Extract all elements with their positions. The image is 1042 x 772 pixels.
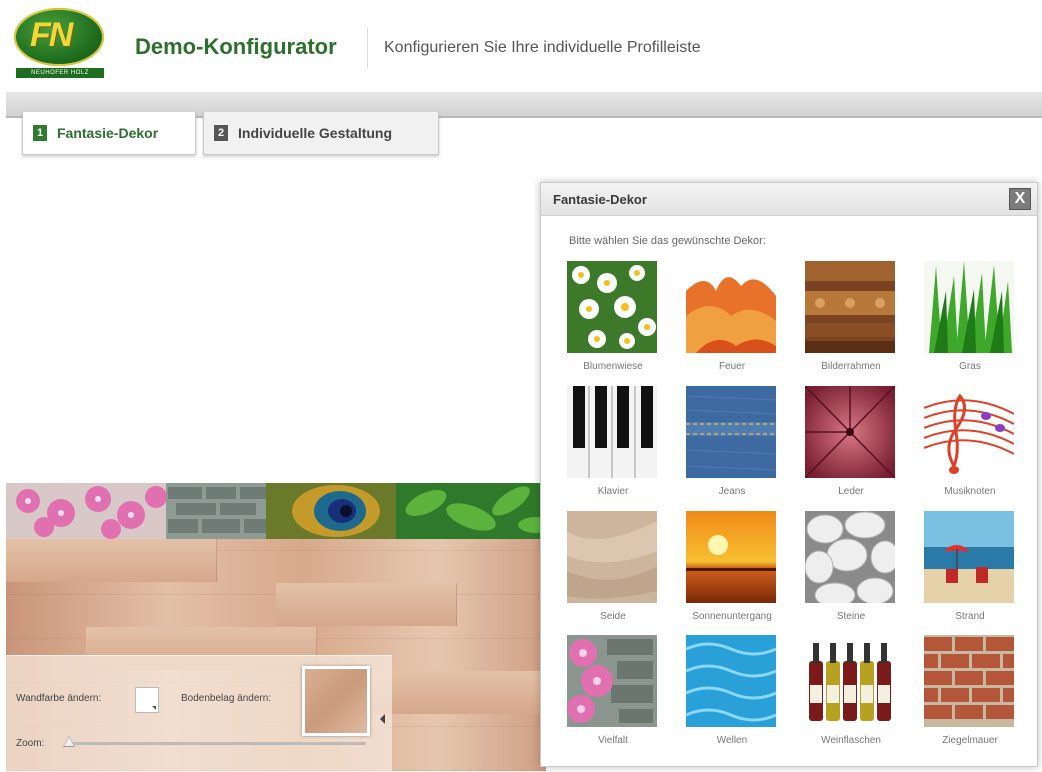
app-subtitle: Konfigurieren Sie Ihre individuelle Prof… — [384, 39, 701, 56]
dekor-label: Musiknoten — [944, 486, 996, 497]
dekor-tile-klavier[interactable]: Klavier — [561, 386, 665, 498]
app-header: FN NEUHOFER HOLZ Demo-Konfigurator Konfi… — [0, 0, 1042, 92]
dekor-tile-vielfalt[interactable]: Vielfalt — [561, 635, 665, 747]
app-title: Demo-Konfigurator — [135, 34, 337, 59]
wall-color-picker[interactable] — [135, 687, 159, 713]
close-icon[interactable]: X — [1009, 188, 1031, 210]
dialog-title: Fantasie-Dekor — [553, 192, 647, 207]
wine-bottles-icon — [805, 635, 895, 727]
dekor-label: Weinflaschen — [821, 735, 881, 746]
water-waves-icon — [686, 635, 776, 727]
fn-logo: FN NEUHOFER HOLZ — [14, 8, 106, 80]
dekor-label: Wellen — [716, 735, 748, 746]
daisy-field-icon — [567, 261, 657, 353]
dekor-tile-sonnenuntergang[interactable]: Sonnenuntergang — [680, 511, 784, 623]
title-divider — [367, 28, 368, 68]
dekor-label: Klavier — [597, 486, 629, 497]
dekor-label: Jeans — [718, 486, 746, 497]
denim-icon — [686, 386, 776, 478]
dekor-label: Vielfalt — [598, 735, 628, 746]
sunset-icon — [686, 511, 776, 603]
dekor-tile-weinflaschen[interactable]: Weinflaschen — [799, 635, 903, 747]
zoom-slider-thumb[interactable] — [63, 736, 75, 747]
orchid-stone-icon — [567, 635, 657, 727]
fire-icon — [686, 261, 776, 353]
fantasie-dekor-dialog: Fantasie-Dekor X Bitte wählen Sie das ge… — [540, 182, 1038, 767]
music-notes-icon — [924, 386, 1014, 478]
tab-individuelle-gestaltung[interactable]: 2 Individuelle Gestaltung — [203, 112, 439, 155]
wall-border-preview — [6, 483, 546, 539]
collapse-panel-arrow-icon[interactable] — [380, 714, 385, 724]
pebbles-icon — [805, 511, 895, 603]
dekor-tile-blumenwiese[interactable]: Blumenwiese — [561, 261, 665, 373]
dialog-instruction: Bitte wählen Sie das gewünschte Dekor: — [569, 235, 766, 247]
dekor-label: Seide — [600, 611, 626, 622]
dialog-header: Fantasie-Dekor X — [541, 183, 1037, 216]
tab-label: Fantasie-Dekor — [57, 125, 159, 141]
dekor-label: Ziegelmauer — [942, 735, 998, 746]
floor-swatch-button[interactable] — [302, 666, 370, 736]
dekor-tile-ziegelmauer[interactable]: Ziegelmauer — [918, 635, 1022, 747]
dekor-label: Strand — [955, 611, 985, 622]
grass-icon — [924, 261, 1014, 353]
dekor-tile-bilderrahmen[interactable]: Bilderrahmen — [799, 261, 903, 373]
dekor-tile-leder[interactable]: Leder — [799, 386, 903, 498]
dekor-tile-wellen[interactable]: Wellen — [680, 635, 784, 747]
dekor-tile-gras[interactable]: Gras — [918, 261, 1022, 373]
leather-icon — [805, 386, 895, 478]
dekor-tile-seide[interactable]: Seide — [561, 511, 665, 623]
dekor-tile-strand[interactable]: Strand — [918, 511, 1022, 623]
wall-color-label: Wandfarbe ändern: — [16, 693, 102, 704]
dekor-tile-feuer[interactable]: Feuer — [680, 261, 784, 373]
tab-fantasie-dekor[interactable]: 1 Fantasie-Dekor — [22, 112, 196, 155]
tab-number-badge: 2 — [214, 125, 228, 141]
dekor-tile-steine[interactable]: Steine — [799, 511, 903, 623]
zoom-slider-track[interactable] — [66, 742, 366, 745]
tab-number-badge: 1 — [33, 125, 47, 141]
dekor-label: Leder — [838, 486, 864, 497]
beach-icon — [924, 511, 1014, 603]
dekor-label: Blumenwiese — [583, 361, 643, 372]
dekor-label: Feuer — [718, 361, 746, 372]
brick-wall-icon — [924, 635, 1014, 727]
dekor-tile-jeans[interactable]: Jeans — [680, 386, 784, 498]
dekor-label: Steine — [836, 611, 866, 622]
tab-label: Individuelle Gestaltung — [238, 125, 393, 141]
dekor-label: Bilderrahmen — [821, 361, 881, 372]
dekor-label: Sonnenuntergang — [692, 611, 772, 622]
floor-label: Bodenbelag ändern: — [181, 693, 272, 704]
dekor-tile-musiknoten[interactable]: Musiknoten — [918, 386, 1022, 498]
zoom-label: Zoom: — [16, 738, 45, 749]
dekor-label: Gras — [959, 361, 981, 372]
picture-frame-icon — [805, 261, 895, 353]
piano-keys-icon — [567, 386, 657, 478]
silk-icon — [567, 511, 657, 603]
